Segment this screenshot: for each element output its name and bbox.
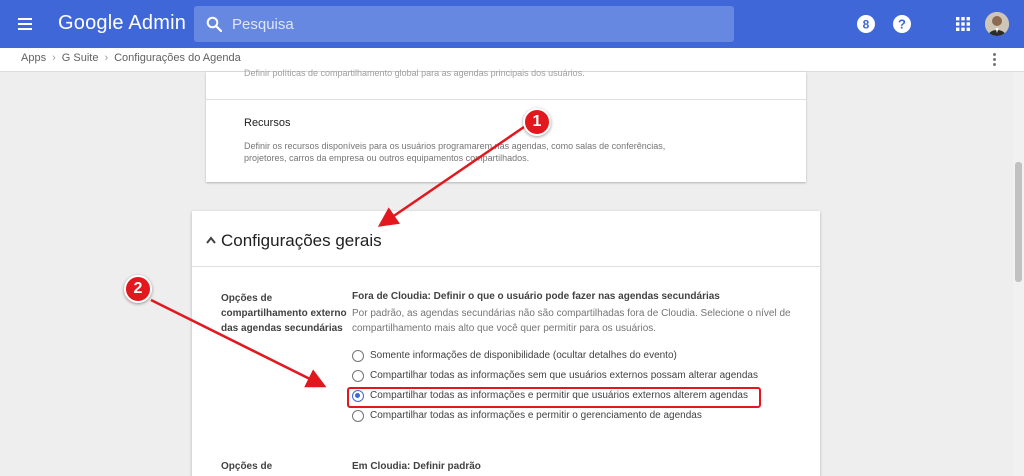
general-settings-card: Configurações gerais Opções de compartil…: [192, 211, 820, 476]
menu-icon[interactable]: [16, 14, 36, 34]
breadcrumb-calendar-settings: Configurações do Agenda: [114, 52, 241, 64]
chevron-right-icon: ›: [52, 52, 56, 64]
breadcrumb-gsuite[interactable]: G Suite: [62, 52, 99, 64]
help-glyph: ?: [898, 17, 906, 32]
radio-label: Compartilhar todas as informações e perm…: [370, 410, 702, 421]
avatar[interactable]: [985, 12, 1009, 36]
chevron-right-icon: ›: [104, 52, 109, 64]
annotation-badge-2: 2: [124, 275, 152, 303]
apps-grid-icon[interactable]: [953, 14, 973, 34]
avatar-image: [985, 12, 1009, 36]
search-input[interactable]: [232, 6, 722, 42]
search-box[interactable]: [194, 6, 734, 42]
help-icon[interactable]: ?: [892, 14, 912, 34]
search-icon: [206, 16, 222, 32]
radio-button[interactable]: [352, 410, 364, 422]
sharing-desc-cut: Definir políticas de compartilhamento gl…: [244, 68, 585, 78]
option-heading: Fora de Cloudia: Definir o que o usuário…: [352, 291, 720, 302]
scrollbar-thumb[interactable]: [1015, 162, 1022, 282]
option-heading-2: Em Cloudia: Definir padrão: [352, 461, 481, 472]
radio-label: Compartilhar todas as informações sem qu…: [370, 370, 758, 381]
divider: [206, 99, 806, 100]
radio-button-selected[interactable]: [352, 390, 364, 402]
option-description: Por padrão, as agendas secundárias não s…: [352, 308, 791, 334]
app-title[interactable]: Google Admin: [58, 12, 186, 35]
radio-label: Compartilhar todas as informações e perm…: [370, 390, 748, 401]
resources-title[interactable]: Recursos: [244, 117, 290, 129]
option-label: Opções de compartilhamento externo das a…: [221, 293, 347, 334]
top-bar: Google Admin 8 ?: [0, 0, 1024, 48]
radio-button[interactable]: [352, 370, 364, 382]
resources-description: Definir os recursos disponíveis para os …: [244, 141, 666, 163]
breadcrumb: Apps › G Suite › Configurações do Agenda: [21, 52, 241, 64]
support-number-icon[interactable]: 8: [856, 14, 876, 34]
section-title[interactable]: Configurações gerais: [221, 231, 382, 251]
annotation-badge-1: 1: [523, 108, 551, 136]
breadcrumb-apps[interactable]: Apps: [21, 52, 46, 64]
settings-card-top: Definir políticas de compartilhamento gl…: [206, 68, 806, 182]
radio-label: Somente informações de disponibilidade (…: [370, 350, 677, 361]
radio-button[interactable]: [352, 350, 364, 362]
more-vert-icon[interactable]: [991, 53, 997, 67]
chevron-up-icon[interactable]: [206, 236, 216, 244]
option-label-2: Opções de: [221, 461, 273, 472]
divider: [192, 266, 820, 267]
support-badge-text: 8: [863, 18, 870, 32]
